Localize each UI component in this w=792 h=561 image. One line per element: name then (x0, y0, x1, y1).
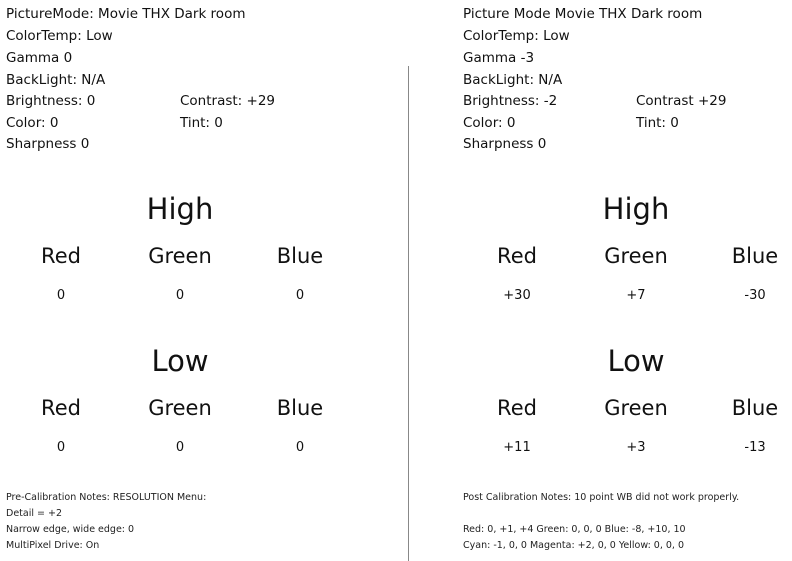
low-red-label: Red (41, 396, 81, 420)
low-green-label: Green (148, 396, 212, 420)
brightness: Brightness: -2 (463, 93, 558, 109)
low-heading: Low (607, 344, 665, 378)
note-line: Cyan: -1, 0, 0 Magenta: +2, 0, 0 Yellow:… (463, 540, 685, 551)
pre-calibration-column: PictureMode: Movie THX Dark room ColorTe… (0, 0, 396, 561)
tint: Tint: 0 (180, 115, 223, 131)
low-blue-label: Blue (731, 396, 779, 420)
column-divider (408, 66, 409, 561)
high-green-value: 0 (175, 288, 185, 303)
low-green-value: +3 (626, 440, 646, 455)
sharpness: Sharpness 0 (6, 136, 90, 152)
tint: Tint: 0 (636, 115, 679, 131)
low-blue-value: -13 (744, 440, 766, 455)
high-red-label: Red (497, 244, 537, 268)
backlight: BackLight: N/A (6, 72, 106, 88)
low-blue-label: Blue (276, 396, 324, 420)
high-green-label: Green (604, 244, 668, 268)
low-red-value: 0 (56, 440, 66, 455)
picture-mode: PictureMode: Movie THX Dark room (6, 6, 246, 22)
high-heading: High (146, 192, 214, 226)
note-line: Post Calibration Notes: 10 point WB did … (463, 492, 740, 503)
low-green-label: Green (604, 396, 668, 420)
high-heading: High (602, 192, 670, 226)
backlight: BackLight: N/A (463, 72, 563, 88)
brightness: Brightness: 0 (6, 93, 96, 109)
high-green-value: +7 (626, 288, 646, 303)
note-line: Narrow edge, wide edge: 0 (6, 524, 135, 535)
high-red-label: Red (41, 244, 81, 268)
low-red-label: Red (497, 396, 537, 420)
low-red-value: +11 (503, 440, 531, 455)
low-blue-value: 0 (295, 440, 305, 455)
high-blue-value: -30 (744, 288, 766, 303)
post-calibration-column: Picture Mode Movie THX Dark room ColorTe… (457, 0, 792, 561)
high-blue-label: Blue (731, 244, 779, 268)
note-line: MultiPixel Drive: On (6, 540, 100, 551)
contrast: Contrast: +29 (180, 93, 276, 109)
gamma: Gamma 0 (6, 50, 73, 66)
sharpness: Sharpness 0 (463, 136, 547, 152)
picture-mode: Picture Mode Movie THX Dark room (463, 6, 703, 22)
note-line: Red: 0, +1, +4 Green: 0, 0, 0 Blue: -8, … (463, 524, 686, 535)
high-blue-label: Blue (276, 244, 324, 268)
note-line: Pre-Calibration Notes: RESOLUTION Menu: (6, 492, 207, 503)
high-green-label: Green (148, 244, 212, 268)
high-red-value: +30 (503, 288, 531, 303)
color: Color: 0 (463, 115, 516, 131)
contrast: Contrast +29 (636, 93, 727, 109)
color-temp: ColorTemp: Low (6, 28, 113, 44)
low-green-value: 0 (175, 440, 185, 455)
note-line: Detail = +2 (6, 508, 62, 519)
color-temp: ColorTemp: Low (463, 28, 570, 44)
high-red-value: 0 (56, 288, 66, 303)
low-heading: Low (151, 344, 209, 378)
gamma: Gamma -3 (463, 50, 535, 66)
color: Color: 0 (6, 115, 59, 131)
high-blue-value: 0 (295, 288, 305, 303)
